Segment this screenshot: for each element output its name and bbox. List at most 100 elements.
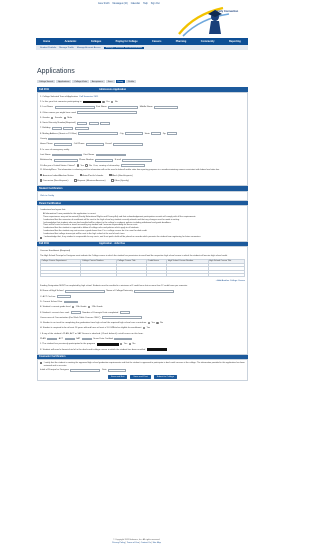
add-course-link[interactable]: + Add Another College Course: [216, 280, 246, 282]
birth-month-select[interactable]: [51, 127, 62, 130]
counselor-certify-checkbox[interactable]: [40, 362, 43, 365]
nav-academic[interactable]: Academic: [65, 40, 77, 43]
city-field[interactable]: [125, 132, 144, 136]
tab-applications[interactable]: Applications: [56, 80, 72, 84]
nav-reporting[interactable]: Reporting: [229, 40, 241, 43]
previous-yes-radio[interactable]: [120, 343, 123, 346]
home-phone-field[interactable]: [54, 142, 73, 146]
save-and-print-button[interactable]: Save and Print: [130, 375, 151, 379]
citizen-country-label: If no, country of citizenship: [93, 164, 120, 167]
nav-planning[interactable]: Planning: [176, 40, 187, 43]
ssn-label: 6. Social Security Number(Required): [40, 122, 76, 125]
sign-out-link[interactable]: Sign Out: [151, 3, 160, 5]
zip-field[interactable]: [167, 132, 178, 136]
application-content: Fall 2011 Admissions Application 1. Coll…: [37, 87, 248, 382]
first-semester-no-radio[interactable]: [111, 100, 114, 104]
tab-fees[interactable]: Fees: [105, 80, 115, 84]
school-year-label: D. Current School Year: [40, 300, 63, 303]
tab-acceptance[interactable]: Acceptance: [90, 80, 105, 84]
other-names-field[interactable]: [77, 111, 138, 114]
tab-essay[interactable]: Essay: [115, 80, 126, 84]
citizenship-country-field[interactable]: [120, 164, 145, 167]
last-name-field[interactable]: [54, 105, 95, 109]
messages-link[interactable]: Messages (10): [113, 3, 128, 5]
plan-score-field[interactable]: [47, 337, 58, 341]
contact-us-link[interactable]: Contact Us: [141, 542, 151, 544]
nav-community[interactable]: Community: [201, 40, 215, 43]
previous-no-radio[interactable]: [128, 343, 131, 346]
save-and-exit-button[interactable]: Save and Exit: [107, 375, 128, 379]
terms-of-use-link[interactable]: Terms of Use: [127, 542, 139, 544]
principal-initial-field[interactable]: [70, 368, 101, 372]
calendar-link[interactable]: Calendar: [131, 3, 140, 5]
grade-11-radio[interactable]: [71, 306, 75, 309]
cell-phone-label: Cell Phone: [73, 143, 85, 146]
top-bar: Jane Smith Messages (10) Calendar Help S…: [0, 0, 273, 38]
parent-acknowledge-checkbox[interactable]: [40, 236, 43, 239]
subnav-counselor-recommendation[interactable]: Manage Counselor Recommendation: [103, 46, 144, 49]
subnav-student-portfolio[interactable]: Student Portfolio: [40, 47, 56, 49]
ssn-field-2[interactable]: [88, 121, 99, 125]
mailing-address-field[interactable]: [78, 132, 119, 136]
carnegie-units-field[interactable]: [119, 311, 130, 314]
birth-day-select[interactable]: [63, 127, 74, 130]
ssn-field-3[interactable]: [100, 121, 111, 125]
subnav-manage-account-access[interactable]: Manage Account Access: [77, 47, 101, 49]
county-field[interactable]: [48, 137, 73, 141]
gender-female-radio[interactable]: [51, 116, 54, 119]
first-semester-no-label: No: [114, 100, 118, 103]
core-no-radio[interactable]: [156, 322, 159, 325]
citizen-no-radio[interactable]: [85, 164, 88, 167]
act-field[interactable]: [56, 295, 71, 299]
school-year-field[interactable]: [63, 300, 78, 304]
tab-profile[interactable]: Profile: [126, 80, 137, 84]
career-area-field[interactable]: [101, 316, 142, 320]
tab-college-visits[interactable]: College Visits: [72, 80, 89, 84]
high-school-field[interactable]: [64, 289, 105, 293]
class-rank-field[interactable]: [70, 311, 81, 314]
emergency-last-name-field[interactable]: [52, 153, 83, 157]
citizen-yes-radio[interactable]: [76, 164, 79, 167]
nav-careers[interactable]: Careers: [152, 40, 161, 43]
nav-home[interactable]: Home: [43, 40, 50, 43]
sat-score-field[interactable]: [81, 337, 92, 341]
score-date-field[interactable]: [114, 337, 133, 341]
submit-to-college-button[interactable]: Submit to College: [153, 375, 178, 379]
first-name-field[interactable]: [108, 105, 139, 109]
last-name-label: 3. Last Name: [40, 106, 54, 109]
email-field[interactable]: [113, 142, 144, 146]
act-score-label: ACT: [58, 337, 64, 340]
nav-paying-for-college[interactable]: Paying for College: [116, 40, 138, 43]
core-yes-radio[interactable]: [147, 322, 150, 325]
gpa-yes-radio[interactable]: [142, 327, 146, 330]
privacy-policy-link[interactable]: Privacy Policy: [112, 542, 125, 544]
first-semester-yes-radio[interactable]: [102, 100, 105, 104]
college-name-field[interactable]: [134, 289, 175, 293]
relationship-field[interactable]: [53, 158, 78, 162]
birth-year-select[interactable]: [74, 127, 89, 130]
previous-participation-label: J. The student has previously participat…: [40, 343, 96, 346]
date-field[interactable]: [108, 368, 127, 372]
help-link[interactable]: Help: [143, 3, 148, 5]
user-name-link[interactable]: Jane Smith: [98, 3, 110, 5]
emergency-first-name-field[interactable]: [95, 153, 126, 157]
emergency-phone-field[interactable]: [95, 158, 114, 162]
funding-paragraph: Funding Designation MUST be completed by…: [40, 284, 188, 287]
site-map-link[interactable]: Site Map: [153, 542, 161, 544]
emergency-email-field[interactable]: [122, 158, 153, 162]
carnegie-units-label: Number of Carnegie Units completed: [82, 311, 119, 314]
state-select[interactable]: [151, 132, 162, 136]
cell-phone-field[interactable]: [85, 142, 104, 146]
subnav-manage-profile[interactable]: Manage Profile: [59, 47, 74, 49]
grade-12-radio[interactable]: [87, 306, 91, 309]
parent-terms-list: All information I have provided in this …: [40, 213, 245, 236]
tab-college-search[interactable]: College Search: [37, 80, 56, 84]
nav-colleges[interactable]: Colleges: [91, 40, 101, 43]
gender-male-radio[interactable]: [63, 116, 66, 119]
course-enrollment-paragraph: The High School Principal or Designee mu…: [40, 254, 228, 257]
middle-name-field[interactable]: [154, 105, 179, 109]
act-score-field[interactable]: [64, 337, 75, 341]
ssn-field-1[interactable]: [77, 121, 88, 125]
certify-link[interactable]: Click to Certify: [40, 195, 54, 197]
sat-label: SAT: [76, 337, 81, 340]
